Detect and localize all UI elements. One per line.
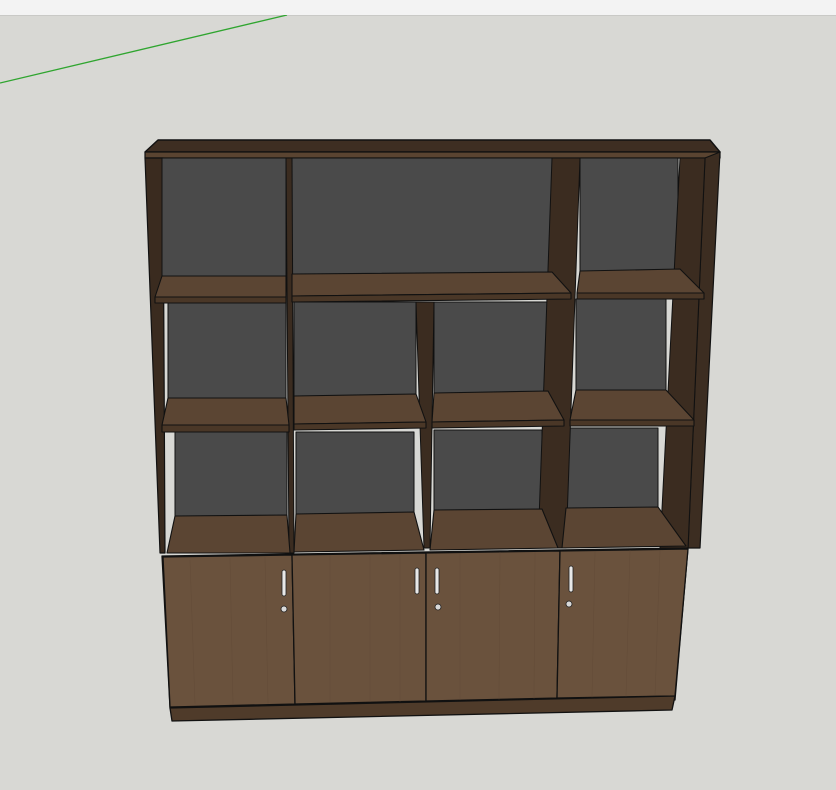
green-axis-line [0,15,288,84]
3d-viewport[interactable] [0,15,836,790]
door-1[interactable] [162,554,296,708]
bookcase-cabinet[interactable] [144,139,721,722]
door-handle-icon[interactable] [434,567,440,595]
toolbar-strip [0,0,836,16]
door-4[interactable] [556,548,689,699]
keyhole-icon [280,605,288,613]
door-handle-icon[interactable] [281,569,287,597]
door-2[interactable] [291,552,427,705]
top-front-edge [144,151,721,159]
door-handle-icon[interactable] [568,565,574,593]
door-handle-icon[interactable] [414,567,420,595]
top-panel [144,139,721,153]
cabinet-doors[interactable] [162,548,689,708]
door-3[interactable] [425,550,561,702]
keyhole-icon [565,600,573,608]
keyhole-icon [434,603,442,611]
model-canvas[interactable] [0,15,836,790]
